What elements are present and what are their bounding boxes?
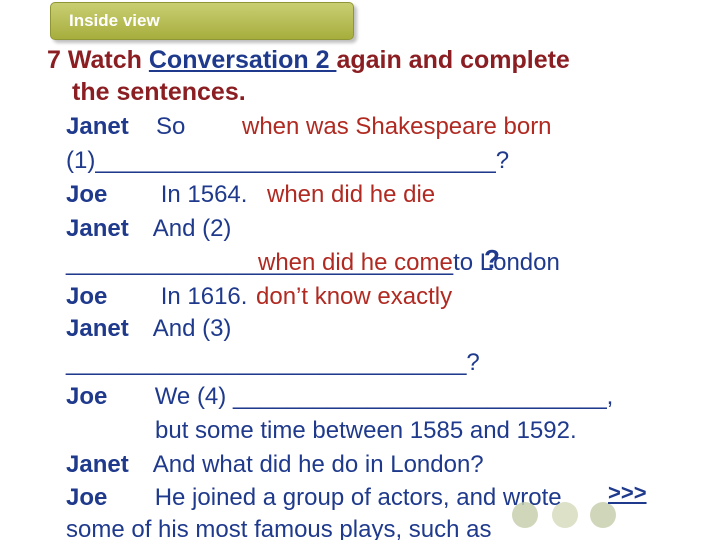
dialogue-text: some of his most famous plays, such as bbox=[66, 516, 492, 540]
dialogue-line: Janet So bbox=[66, 113, 185, 141]
dialogue-line: Joe In 1616. bbox=[66, 283, 247, 311]
answer-4: don’t know exactly bbox=[256, 283, 453, 310]
speaker-name: Joe bbox=[66, 484, 108, 511]
dialogue-text: We (4) ____________________________, bbox=[154, 383, 614, 410]
speaker-name: Janet bbox=[66, 113, 129, 140]
title-prefix: 7 Watch bbox=[47, 46, 149, 74]
dialogue-text: He joined a group of actors, and wrote bbox=[154, 484, 562, 511]
next-page-link[interactable]: >>> bbox=[608, 480, 647, 506]
answer-1: when was Shakespeare born bbox=[242, 113, 552, 140]
section-tab: Inside view bbox=[50, 2, 354, 40]
dialogue-line: (1)______________________________? bbox=[66, 147, 509, 175]
dialogue-text: ______________________________? bbox=[66, 349, 480, 376]
speaker-name: Janet bbox=[66, 215, 129, 242]
dialogue-text: So bbox=[156, 113, 186, 140]
speaker-name: Joe bbox=[66, 181, 108, 208]
dialogue-text: And (3) bbox=[152, 315, 232, 342]
dialogue-line: Janet And (2) bbox=[66, 215, 231, 243]
slide: Inside view 7 Watch Conversation 2 again… bbox=[0, 0, 720, 540]
answer-2: when did he die bbox=[267, 181, 436, 208]
title-suffix: again and complete bbox=[336, 46, 570, 74]
dialogue-line: some of his most famous plays, such as bbox=[66, 516, 492, 540]
answer-3: when did he come bbox=[258, 249, 453, 276]
dialogue-text: (1)______________________________? bbox=[66, 147, 510, 174]
speaker-name: Joe bbox=[66, 283, 108, 310]
answer-3-question-mark: ? bbox=[484, 244, 500, 274]
dialogue-line: ______________________________? bbox=[66, 349, 480, 377]
speaker-name: Joe bbox=[66, 383, 108, 410]
dialogue-line: Joe He joined a group of actors, and wro… bbox=[66, 484, 562, 512]
conversation-link[interactable]: Conversation 2 bbox=[149, 46, 337, 74]
dialogue-text: And what did he do in London? bbox=[152, 451, 484, 478]
dialogue-text: In 1564. bbox=[160, 181, 248, 208]
dialogue-text: but some time between 1585 and 1592. bbox=[155, 417, 577, 444]
lightbulb-icon[interactable] bbox=[552, 502, 578, 528]
dialogue-line: Janet And (3) bbox=[66, 315, 231, 343]
dialogue-line: Joe We (4) ____________________________, bbox=[66, 383, 613, 411]
dialogue-text: In 1616. bbox=[160, 283, 248, 310]
speaker-name: Janet bbox=[66, 315, 129, 342]
back-circle-icon[interactable] bbox=[512, 502, 538, 528]
section-tab-label: Inside view bbox=[69, 11, 160, 30]
exercise-title-line2: the sentences. bbox=[72, 78, 246, 106]
exercise-title-line1: 7 Watch Conversation 2 again and complet… bbox=[47, 46, 570, 75]
speaker-name: Janet bbox=[66, 451, 129, 478]
dialogue-text: And (2) bbox=[152, 215, 232, 242]
dialogue-line: but some time between 1585 and 1592. bbox=[155, 417, 577, 445]
dialogue-line: Janet And what did he do in London? bbox=[66, 451, 484, 479]
dialogue-line: Joe In 1564. bbox=[66, 181, 247, 209]
